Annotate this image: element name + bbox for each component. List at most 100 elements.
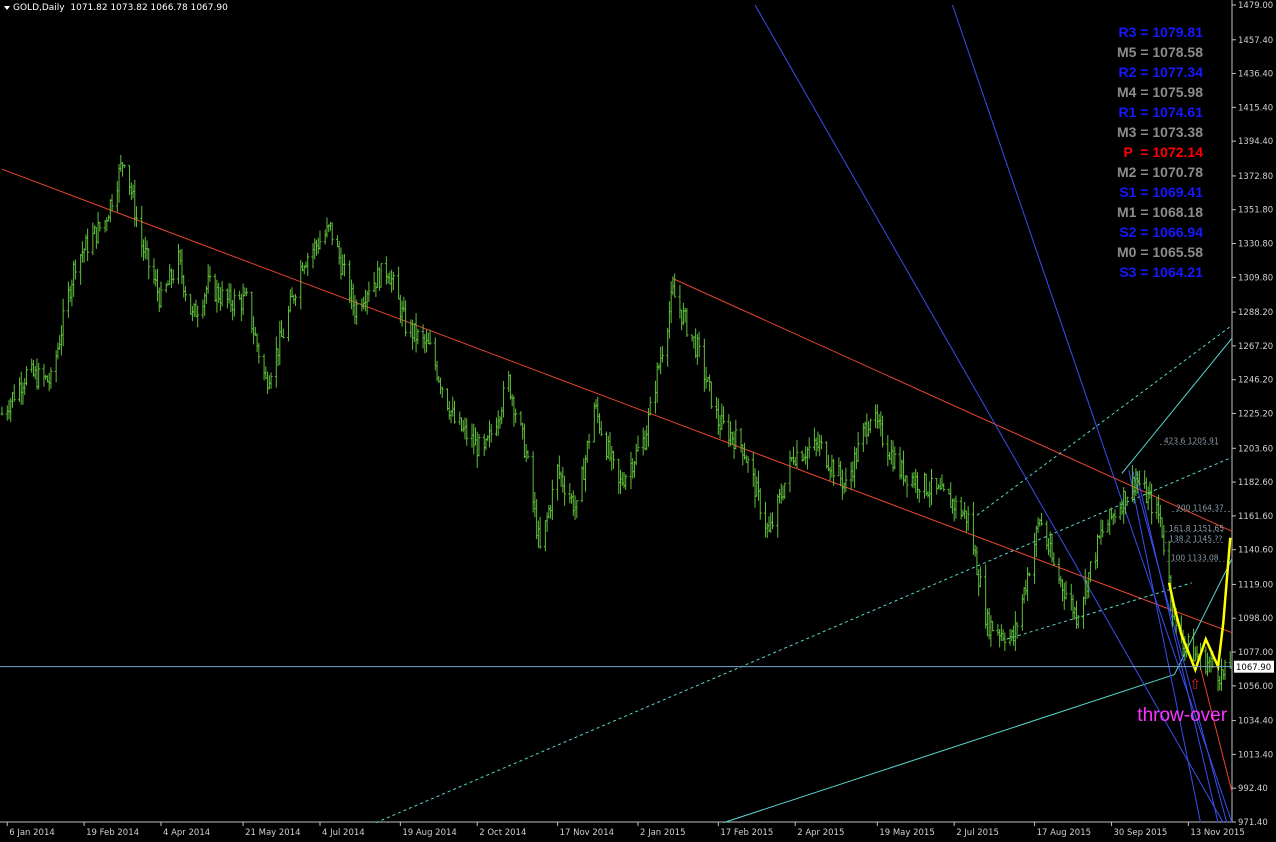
pivot-levels-panel: R3 = 1079.81 M5 = 1078.58 R2 = 1077.34 M4 =… [1117,22,1203,282]
price-bar [501,380,505,418]
price-bar [791,446,795,465]
price-tick-label: 1288.20 [1238,308,1273,318]
price-bar [1204,646,1208,675]
price-bar [30,358,34,373]
price-bar [510,393,514,407]
price-bar [819,435,823,450]
time-tick-label: 4 Apr 2014 [163,828,210,838]
time-tick-label: 2 Jul 2015 [956,828,999,838]
price-bar [245,287,249,297]
price-bar [463,417,467,440]
price-bar [729,421,733,447]
price-bar [58,334,62,350]
price-bar [543,520,547,552]
price-bar [1123,490,1127,515]
price-bar [135,206,139,228]
price-bar [330,222,334,246]
price-bar [550,479,554,520]
price-bar [1026,567,1030,602]
price-bar [220,281,224,307]
price-bar [404,300,408,337]
fib-level-label: 423.6 1205.91 [1164,437,1219,446]
price-bar [145,240,149,260]
price-tick-label: 1479.00 [1238,1,1273,11]
price-bar [849,461,853,491]
price-bar [840,469,844,500]
price-bar [643,430,647,451]
price-bar [807,437,811,459]
price-bar [617,458,621,494]
price-bar [727,414,731,448]
price-bar [571,490,575,516]
price-bar [681,302,685,326]
price-bar [152,258,156,285]
price-bar [379,263,383,288]
price-bar [472,423,476,455]
price-bar [805,446,809,470]
price-bar [337,240,341,265]
price-bar [1071,594,1075,620]
price-bar [1162,524,1166,556]
price-bar [206,264,210,294]
price-bar [524,444,528,463]
price-bar [697,331,701,358]
price-bar [1150,483,1154,525]
price-bar [1001,629,1005,642]
price-bar [758,487,762,520]
price-bar [447,400,451,420]
price-bar [1143,470,1147,489]
price-bar [243,287,247,297]
price-bar [122,164,126,169]
price-bar [367,281,371,302]
price-bar [610,446,614,471]
price-bar [963,501,967,519]
price-bar [1022,587,1026,604]
price-tick-label: 1098.00 [1238,614,1273,624]
price-bar [730,431,734,445]
price-tick-label: 1457.40 [1238,36,1273,46]
price-tick-label: 1415.40 [1238,103,1273,113]
pivot-level-m2: M2 = 1070.78 [1116,164,1203,180]
price-bar [709,381,713,409]
price-bar [496,410,500,436]
price-chart[interactable]: 423.6 1205.91 200 1164.37 161.8 1151.65 138… [0,0,1276,842]
price-bar [694,328,698,359]
price-bar [1155,497,1159,520]
price-bar [584,454,588,492]
price-bar [325,217,329,238]
price-bar [575,500,579,519]
price-bar [795,439,799,469]
price-bar [718,414,722,439]
price-bar [746,456,750,473]
price-tick-label: 1203.60 [1238,444,1273,454]
price-bar [10,392,14,408]
dropdown-triangle-icon[interactable] [4,5,10,10]
price-bar [996,624,1000,636]
price-bar [192,303,196,318]
price-bar [24,366,28,386]
price-tick-label: 1056.00 [1238,682,1273,692]
price-bar [453,400,457,424]
price-bar [117,164,121,203]
price-bar [556,464,560,501]
up-arrow-icon: ⇧ [1189,677,1201,693]
price-bar [624,474,628,490]
price-bar [23,378,27,395]
price-bar [991,620,995,632]
price-bar [178,249,182,265]
price-bar [229,283,233,313]
price-bar [975,546,979,576]
price-bar [12,384,16,402]
price-bar [568,483,572,504]
price-bar [489,423,493,443]
price-tick-label: 1436.40 [1238,70,1273,80]
axes: 1479.00 1457.40 1436.40 1415.40 1394.40 1372.… [6,1,1273,838]
price-bar [722,406,726,425]
price-bar [631,458,635,479]
price-bar [989,615,993,647]
trendlines[interactable] [1,4,1233,824]
price-bar [311,243,315,269]
price-bar [155,268,159,302]
trendline [1,168,1233,634]
price-bar [1158,504,1162,528]
